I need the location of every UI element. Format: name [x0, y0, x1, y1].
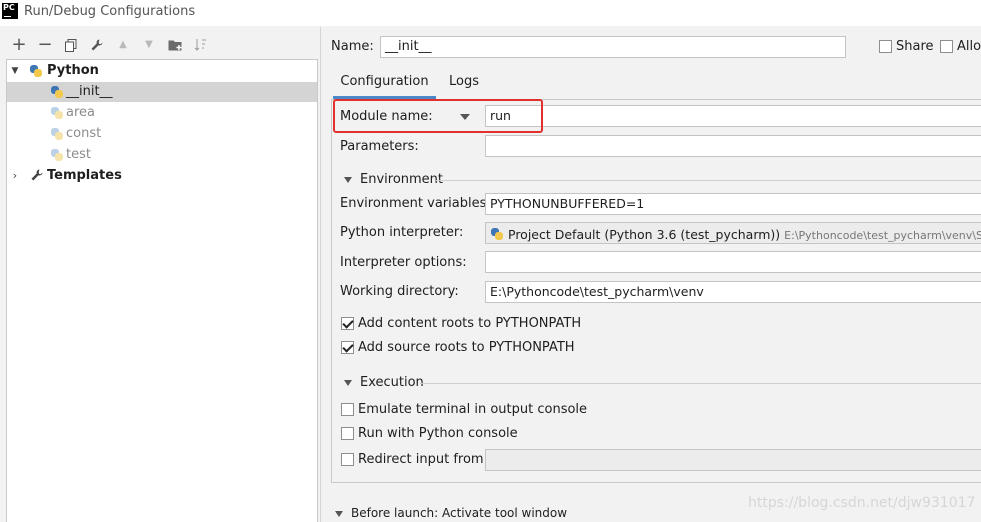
interpreter-value: Project Default (Python 3.6 (test_pychar… [508, 227, 781, 242]
python-icon [490, 227, 504, 241]
python-icon [29, 64, 43, 78]
working-dir-label: Working directory: [340, 284, 459, 299]
share-checkbox[interactable] [879, 40, 892, 53]
before-launch-title: Before launch: Activate tool window [351, 506, 568, 520]
env-vars-label: Environment variables: [340, 196, 491, 211]
tree-group-label: Python [47, 63, 99, 78]
tree-item-test[interactable]: test [7, 145, 317, 165]
section-divider [420, 383, 981, 384]
arrow-down-icon[interactable]: ▼ [140, 33, 158, 57]
python-icon [50, 106, 64, 120]
chevron-down-icon[interactable]: ▼ [10, 61, 20, 81]
chevron-right-icon[interactable]: › [10, 166, 20, 186]
pycharm-logo-icon: PC [2, 3, 18, 19]
interp-options-label: Interpreter options: [340, 255, 467, 270]
interpreter-label: Python interpreter: [340, 225, 464, 240]
working-dir-input[interactable]: E:\Pythoncode\test_pycharm\venv [485, 281, 981, 303]
tab-logs[interactable]: Logs [449, 70, 479, 98]
source-roots-label: Add source roots to PYTHONPATH [358, 340, 575, 355]
collapse-triangle-icon [344, 379, 352, 386]
redirect-input-checkbox[interactable] [341, 453, 354, 466]
before-launch-toggle[interactable]: Before launch: Activate tool window [335, 506, 567, 520]
python-icon [50, 127, 64, 141]
environment-section-toggle[interactable]: Environment [344, 172, 443, 187]
arrow-up-icon[interactable]: ▲ [114, 33, 132, 57]
allow-checkbox[interactable] [940, 40, 953, 53]
redirect-input-field [485, 449, 981, 471]
source-roots-checkbox[interactable] [341, 341, 354, 354]
python-icon [50, 85, 64, 99]
annotation-highlight [333, 99, 543, 133]
interpreter-select[interactable]: Project Default (Python 3.6 (test_pychar… [485, 222, 981, 244]
python-console-label: Run with Python console [358, 426, 518, 441]
content-roots-checkbox[interactable] [341, 317, 354, 330]
content-roots-label: Add content roots to PYTHONPATH [358, 316, 582, 331]
env-vars-input[interactable]: PYTHONUNBUFFERED=1 [485, 193, 981, 215]
parameters-label: Parameters: [340, 139, 419, 154]
logo-text: PC [3, 3, 15, 12]
tree-item-const[interactable]: const [7, 124, 317, 144]
interp-options-input[interactable] [485, 251, 981, 273]
tree-item-label: __init__ [66, 84, 113, 99]
name-input[interactable]: __init__ [380, 36, 846, 58]
section-title: Execution [360, 375, 424, 390]
share-label: Share [896, 39, 934, 54]
tree-group-python[interactable]: ▼ Python [7, 61, 317, 81]
tree-item-label: test [66, 147, 91, 162]
tree-item-label: const [66, 126, 102, 141]
section-title: Environment [360, 172, 444, 187]
collapse-triangle-icon [335, 510, 343, 517]
redirect-input-label: Redirect input from: [358, 452, 488, 467]
interpreter-path: E:\Pythoncode\test_pycharm\venv\Scripts\ [784, 229, 981, 242]
splitter[interactable] [320, 27, 321, 522]
tree-item-init[interactable]: __init__ [7, 82, 317, 102]
window-title: Run/Debug Configurations [24, 4, 196, 19]
python-icon [50, 148, 64, 162]
configuration-tree: ▼ Python __init__ area const test › Temp… [6, 59, 318, 522]
tab-configuration[interactable]: Configuration [333, 70, 436, 98]
section-divider [436, 180, 981, 181]
tree-group-label: Templates [47, 168, 122, 183]
watermark: https://blog.csdn.net/djw931017 [748, 495, 976, 511]
collapse-triangle-icon [344, 176, 352, 183]
config-toolbar: + − ▲ ▼ [0, 33, 318, 59]
wrench-icon[interactable] [88, 33, 106, 57]
execution-section-toggle[interactable]: Execution [344, 375, 424, 390]
emulate-terminal-label: Emulate terminal in output console [358, 402, 588, 417]
plus-icon[interactable]: + [10, 33, 28, 57]
wrench-icon [30, 168, 44, 182]
tree-item-area[interactable]: area [7, 103, 317, 123]
emulate-terminal-checkbox[interactable] [341, 403, 354, 416]
python-console-checkbox[interactable] [341, 427, 354, 440]
minus-icon[interactable]: − [36, 33, 54, 57]
allow-label: Allow [957, 39, 981, 54]
tree-item-label: area [66, 105, 95, 120]
sort-icon[interactable] [192, 33, 210, 57]
copy-icon[interactable] [62, 33, 80, 57]
folder-icon[interactable] [166, 33, 184, 57]
tree-group-templates[interactable]: › Templates [7, 166, 317, 186]
module-name-input[interactable]: run [485, 105, 981, 127]
name-label: Name: [331, 39, 374, 54]
parameters-input[interactable] [485, 135, 981, 157]
